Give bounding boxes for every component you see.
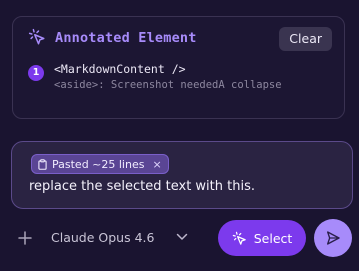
cursor-click-icon xyxy=(232,231,246,245)
composer-text[interactable]: replace the selected text with this. xyxy=(29,179,255,194)
plus-icon[interactable] xyxy=(15,228,35,248)
annotated-element-card: Annotated Element Clear 1 <MarkdownConte… xyxy=(12,16,345,119)
select-button[interactable]: Select xyxy=(218,220,306,256)
clipboard-icon xyxy=(38,158,47,170)
clear-button[interactable]: Clear xyxy=(279,27,332,51)
annotated-element-title: Annotated Element xyxy=(55,30,197,46)
select-button-label: Select xyxy=(253,230,293,246)
cursor-click-icon xyxy=(28,28,45,45)
annotated-element-name: <MarkdownContent /> xyxy=(54,62,186,76)
send-icon xyxy=(327,231,340,245)
send-button[interactable] xyxy=(314,219,352,257)
annotated-element-note: <aside>: Screenshot neededA collapse xyxy=(54,79,282,91)
attachment-label: Pasted ~25 lines xyxy=(52,157,145,171)
pasted-attachment-chip[interactable]: Pasted ~25 lines × xyxy=(31,154,169,174)
item-index-badge: 1 xyxy=(28,65,44,81)
annotation-panel: Annotated Element Clear 1 <MarkdownConte… xyxy=(0,0,359,271)
model-selector[interactable]: Claude Opus 4.6 xyxy=(51,230,154,245)
composer-input[interactable]: Pasted ~25 lines × replace the selected … xyxy=(11,141,353,209)
remove-attachment-button[interactable]: × xyxy=(152,158,161,171)
chevron-down-icon[interactable] xyxy=(176,233,188,241)
